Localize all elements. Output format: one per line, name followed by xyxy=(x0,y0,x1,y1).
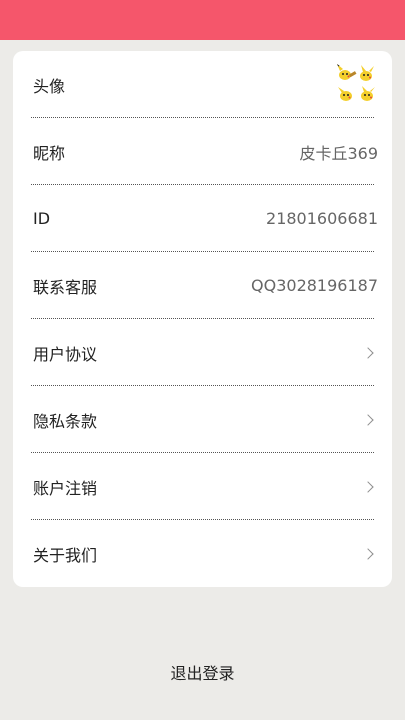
nickname-row[interactable]: 昵称 皮卡丘369 xyxy=(13,118,392,185)
chevron-right-icon xyxy=(362,346,374,359)
pikachu-icon xyxy=(361,85,375,101)
pikachu-icon xyxy=(338,86,352,101)
nickname-value: 皮卡丘369 xyxy=(299,143,378,163)
delete-account-row[interactable]: 账户注销 xyxy=(13,453,392,520)
chevron-right-icon xyxy=(362,547,374,560)
delete-account-label: 账户注销 xyxy=(33,478,98,498)
support-label: 联系客服 xyxy=(33,277,98,297)
support-value: QQ3028196187 xyxy=(251,276,378,295)
user-agreement-label: 用户协议 xyxy=(33,344,98,364)
pikachu-icon xyxy=(337,63,357,80)
privacy-row[interactable]: 隐私条款 xyxy=(13,386,392,453)
avatar-row[interactable]: 头像 xyxy=(13,51,392,118)
pikachu-icon xyxy=(360,64,374,81)
id-value: 21801606681 xyxy=(266,209,378,228)
profile-card: 头像 昵称 皮卡丘369 ID 21801606681 联系客服 QQ30281… xyxy=(13,51,392,587)
user-agreement-row[interactable]: 用户协议 xyxy=(13,319,392,386)
about-row[interactable]: 关于我们 xyxy=(13,520,392,587)
support-row[interactable]: 联系客服 QQ3028196187 xyxy=(13,252,392,319)
avatar[interactable] xyxy=(334,63,378,107)
privacy-label: 隐私条款 xyxy=(33,411,98,431)
chevron-right-icon xyxy=(362,480,374,493)
avatar-label: 头像 xyxy=(33,76,66,96)
id-label: ID xyxy=(33,209,51,228)
logout-button[interactable]: 退出登录 xyxy=(0,660,405,684)
nickname-label: 昵称 xyxy=(33,143,66,163)
about-label: 关于我们 xyxy=(33,545,98,565)
top-header-bar xyxy=(0,0,405,40)
id-row: ID 21801606681 xyxy=(13,185,392,252)
chevron-right-icon xyxy=(362,413,374,426)
